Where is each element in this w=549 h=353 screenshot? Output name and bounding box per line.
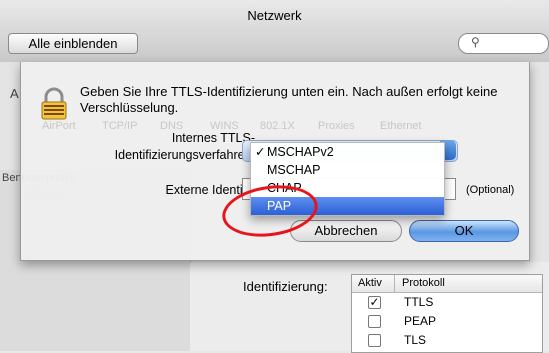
table-row[interactable]: ✓ TTLS [352,293,542,312]
column-header-protokoll[interactable]: Protokoll [402,277,445,289]
protocol-table: Aktiv Protokoll ✓ TTLS PEAP TLS [351,274,543,353]
active-checkbox[interactable] [368,334,381,347]
tab-ethernet: Ethernet [380,120,422,132]
table-row[interactable]: PEAP [352,312,542,331]
search-icon: ⚲ [471,35,480,49]
protocol-name: TTLS [404,295,434,309]
table-row[interactable]: TLS [352,331,542,350]
window-title: Netzwerk [247,8,302,23]
protocol-table-header: Aktiv Protokoll [352,275,542,293]
background-partial-label: A [10,86,19,101]
active-checkbox[interactable]: ✓ [368,296,381,309]
internal-method-label: Internes TTLS-Identifizierungsverfahren: [114,131,255,162]
tab-airport: AirPort [42,120,76,132]
search-field[interactable]: ⚲ [458,33,549,54]
protocol-name: PEAP [404,314,437,328]
column-header-aktiv[interactable]: Aktiv [358,277,382,289]
show-all-button[interactable]: Alle einblenden [8,33,138,54]
tab-8021x: 802.1X [260,120,295,132]
checkmark-icon: ✓ [255,145,266,159]
lock-icon [37,87,71,124]
column-divider [394,275,395,292]
identification-label: Identifizierung: [243,279,328,294]
protocol-name: TLS [404,333,427,347]
optional-hint: (Optional) [466,184,515,196]
active-checkbox[interactable] [368,315,381,328]
ok-button[interactable]: OK [409,220,519,242]
tab-proxies: Proxies [318,120,355,132]
menu-item-mschapv2[interactable]: ✓ MSCHAPv2 [251,143,444,161]
sheet-message: Geben Sie Ihre TTLS-Identifizierung unte… [80,84,498,115]
menu-item-mschap[interactable]: MSCHAP [251,161,444,179]
menu-item-label: MSCHAPv2 [267,145,334,159]
menu-item-label: MSCHAP [267,163,321,177]
